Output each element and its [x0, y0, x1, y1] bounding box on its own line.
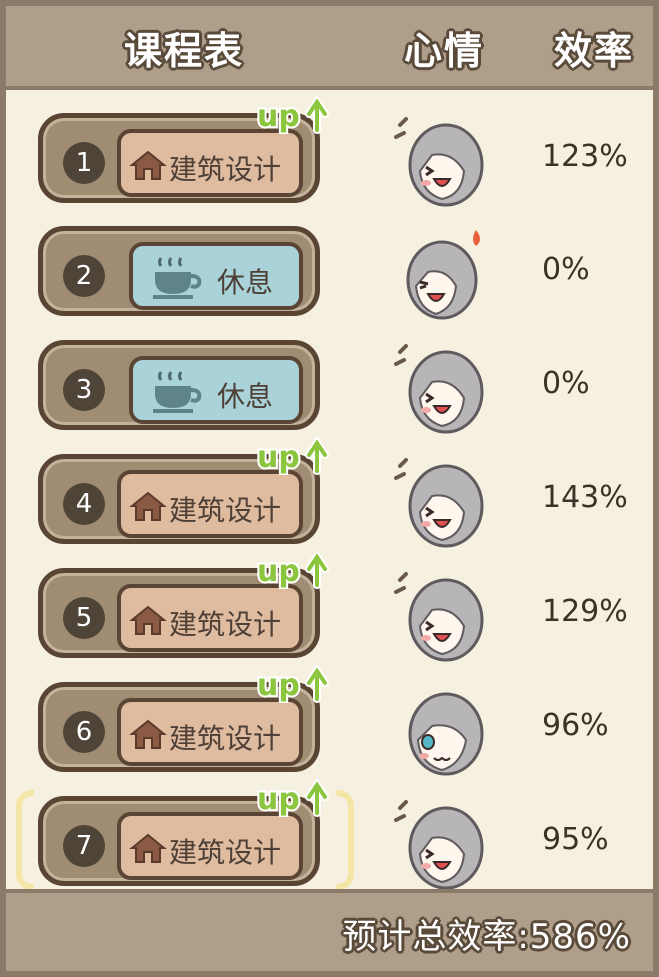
course-card[interactable]: 建筑设计	[117, 698, 303, 766]
up-badge-icon: up	[255, 437, 329, 475]
footer-bar: 预计总效率:586%	[6, 889, 653, 971]
schedule-row-4: 4 建筑设计 up 143%	[6, 437, 653, 548]
course-slot[interactable]: 3 休息	[38, 340, 320, 430]
schedule-header: 课程表	[124, 29, 245, 73]
course-label: 建筑设计	[169, 722, 282, 755]
neutral-face-icon	[408, 692, 484, 776]
house-icon	[129, 719, 167, 749]
svg-text:up: up	[257, 440, 300, 475]
cup-icon	[153, 257, 202, 299]
efficiency-value: 123%	[542, 139, 628, 174]
course-card[interactable]: 建筑设计	[117, 129, 303, 197]
rest-label: 休息	[217, 266, 274, 299]
svg-text:up: up	[257, 554, 300, 589]
efficiency-header: 效率	[554, 29, 635, 73]
svg-text:up: up	[257, 668, 300, 703]
house-icon	[129, 150, 167, 180]
period-number: 1	[63, 142, 105, 184]
happy-face-icon	[394, 800, 484, 890]
course-slot[interactable]: 6 建筑设计 up	[38, 665, 329, 772]
rest-card[interactable]: 休息	[129, 356, 303, 424]
angry-face-icon	[406, 230, 480, 320]
period-number: 4	[63, 483, 105, 525]
course-label: 建筑设计	[169, 608, 282, 641]
happy-face-icon	[394, 344, 484, 434]
schedule-row-6: 6 建筑设计 up 96%	[6, 665, 653, 776]
schedule-row-2: 2 休息 0%	[6, 220, 653, 320]
efficiency-value: 96%	[542, 708, 609, 743]
selection-bracket-left	[16, 790, 34, 890]
house-icon	[129, 833, 167, 863]
course-label: 建筑设计	[169, 836, 282, 869]
period-number: 7	[63, 825, 105, 867]
schedule-row-7: 7 建筑设计 up 95%	[6, 779, 653, 890]
schedule-row-5: 5 建筑设计 up 129%	[6, 551, 653, 662]
svg-text:up: up	[257, 782, 300, 817]
house-icon	[129, 491, 167, 521]
header-bar: 课程表 心情 效率	[6, 6, 653, 90]
schedule-panel: 课程表 心情 效率 1 建筑设计 up 123% 2 休息 0% 3 休息 0%…	[0, 0, 659, 977]
house-icon	[129, 605, 167, 635]
happy-face-icon	[394, 572, 484, 662]
period-number: 3	[63, 369, 105, 411]
rest-label: 休息	[217, 380, 274, 413]
schedule-row-1: 1 建筑设计 up 123%	[6, 96, 653, 207]
course-slot[interactable]: 4 建筑设计 up	[38, 437, 329, 544]
efficiency-value: 95%	[542, 822, 609, 857]
up-badge-icon: up	[255, 96, 329, 134]
course-card[interactable]: 建筑设计	[117, 470, 303, 538]
efficiency-value: 143%	[542, 480, 628, 515]
up-badge-icon: up	[255, 551, 329, 589]
selection-bracket-right	[336, 790, 354, 890]
up-badge-icon: up	[255, 779, 329, 817]
total-efficiency: 预计总效率:586%	[342, 917, 631, 957]
efficiency-value: 129%	[542, 594, 628, 629]
efficiency-value: 0%	[542, 366, 590, 401]
period-number: 6	[63, 711, 105, 753]
course-label: 建筑设计	[169, 494, 282, 527]
course-card[interactable]: 建筑设计	[117, 584, 303, 652]
cup-icon	[153, 371, 202, 413]
period-number: 2	[63, 255, 105, 297]
svg-text:up: up	[257, 99, 300, 134]
rest-card[interactable]: 休息	[129, 242, 303, 310]
up-badge-icon: up	[255, 665, 329, 703]
schedule-row-3: 3 休息 0%	[6, 334, 653, 434]
course-slot[interactable]: 1 建筑设计 up	[38, 96, 329, 203]
happy-face-icon	[394, 117, 484, 207]
course-slot[interactable]: 7 建筑设计 up	[38, 779, 329, 886]
efficiency-value: 0%	[542, 252, 590, 287]
happy-face-icon	[394, 458, 484, 548]
mood-header: 心情	[404, 29, 485, 73]
period-number: 5	[63, 597, 105, 639]
course-card[interactable]: 建筑设计	[117, 812, 303, 880]
course-slot[interactable]: 5 建筑设计 up	[38, 551, 329, 658]
course-label: 建筑设计	[169, 153, 282, 186]
course-slot[interactable]: 2 休息	[38, 226, 320, 316]
